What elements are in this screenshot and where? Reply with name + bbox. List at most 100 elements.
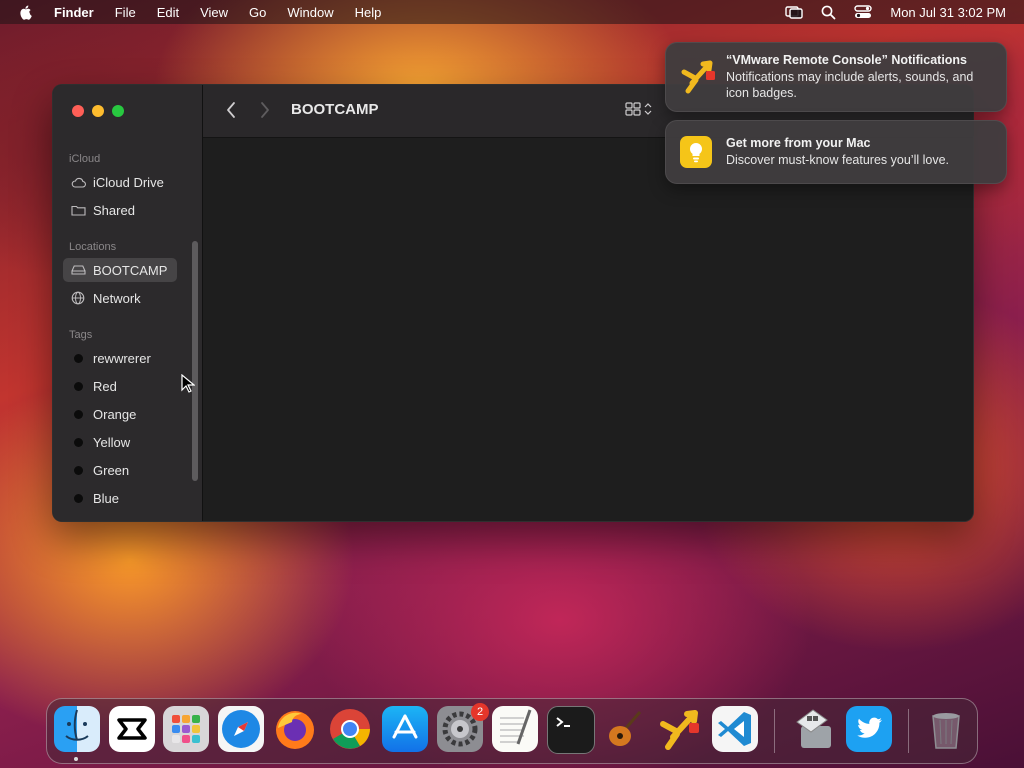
trash-icon — [932, 713, 960, 749]
spotlight-search-icon[interactable] — [821, 5, 836, 20]
notification-title: “VMware Remote Console” Notifications — [726, 53, 968, 67]
dock-textedit[interactable] — [492, 706, 538, 752]
control-center-icon[interactable] — [854, 5, 873, 19]
menu-window[interactable]: Window — [287, 5, 333, 20]
chrome-icon — [330, 709, 370, 749]
dock-vscode[interactable] — [712, 706, 758, 752]
sidebar-tag-yellow[interactable]: Yellow — [63, 430, 177, 454]
apple-menu-icon[interactable] — [18, 4, 34, 20]
dock-firefox[interactable] — [272, 706, 318, 752]
dock-launchpad[interactable] — [163, 706, 209, 752]
sidebar-item-label: iCloud Drive — [93, 174, 164, 190]
sidebar-tag-green[interactable]: Green — [63, 458, 177, 482]
vscode-icon — [718, 712, 751, 746]
shared-folder-icon — [70, 204, 86, 216]
launchpad-grid-icon — [172, 715, 200, 743]
notification-body: Notifications may include alerts, sounds… — [726, 70, 974, 100]
dock-safari[interactable] — [218, 706, 264, 752]
notification-vmware[interactable]: “VMware Remote Console” Notifications No… — [665, 42, 1007, 112]
capcut-icon — [117, 718, 147, 740]
dock-separator — [908, 709, 909, 753]
menubar-clock[interactable]: Mon Jul 31 3:02 PM — [890, 5, 1006, 20]
menu-edit[interactable]: Edit — [157, 5, 179, 20]
dock-twitter[interactable] — [846, 706, 892, 752]
sidebar-item-icloud-drive[interactable]: iCloud Drive — [63, 170, 177, 194]
back-button[interactable] — [225, 100, 237, 120]
chevron-updown-icon — [644, 103, 652, 115]
dock: 2 — [46, 698, 978, 764]
sidebar-section-tags: Tags — [69, 329, 93, 341]
dock-vmware-remote-console[interactable] — [657, 706, 703, 752]
tag-dot-icon — [73, 409, 83, 419]
sidebar-item-label: Yellow — [93, 434, 131, 450]
vmware-icon — [660, 710, 699, 750]
tag-dot-icon — [73, 437, 83, 447]
sidebar-tag-blue[interactable]: Blue — [63, 486, 177, 510]
sidebar-tag-red[interactable]: Red — [63, 374, 177, 398]
vmware-icon — [681, 60, 715, 94]
icon-grid-icon — [625, 102, 641, 116]
forward-button[interactable] — [259, 100, 271, 120]
sidebar-item-network[interactable]: Network — [63, 286, 177, 310]
sidebar-item-shared[interactable]: Shared — [63, 198, 177, 222]
sidebar-tag-orange[interactable]: Orange — [63, 402, 177, 426]
textedit-icon — [500, 709, 532, 745]
menu-go[interactable]: Go — [249, 5, 266, 20]
sidebar-item-bootcamp[interactable]: BOOTCAMP — [63, 258, 177, 282]
menu-file[interactable]: File — [115, 5, 136, 20]
globe-icon — [70, 291, 86, 305]
tag-dot-icon — [73, 381, 83, 391]
dock-capcut[interactable] — [109, 706, 155, 752]
dock-trash[interactable] — [923, 706, 969, 752]
close-window-button[interactable] — [72, 105, 84, 117]
cloud-icon — [70, 177, 86, 188]
dock-garageband[interactable] — [602, 706, 648, 752]
menu-help[interactable]: Help — [355, 5, 382, 20]
notification-body: Discover must-know features you’ll love. — [726, 153, 949, 167]
dock-app-store[interactable] — [382, 706, 428, 752]
chevron-right-icon — [261, 102, 269, 118]
window-title: BOOTCAMP — [291, 101, 379, 118]
finder-sidebar: iCloud iCloud Drive Shared Locations BOO… — [53, 85, 203, 521]
tag-dot-icon — [73, 465, 83, 475]
dock-chrome[interactable] — [327, 706, 373, 752]
sidebar-item-label: Red — [93, 378, 117, 394]
screen-mirroring-icon[interactable] — [785, 5, 804, 19]
firefox-icon — [276, 711, 314, 749]
tag-dot-icon — [73, 493, 83, 503]
sidebar-item-label: Shared — [93, 202, 135, 218]
notification-title: Get more from your Mac — [726, 136, 871, 150]
drive-icon — [70, 265, 86, 275]
sidebar-section-icloud: iCloud — [69, 153, 101, 165]
mouse-pointer-icon — [181, 374, 195, 393]
sidebar-section-locations: Locations — [69, 241, 117, 253]
guitar-icon — [609, 711, 642, 746]
sidebar-item-label: BOOTCAMP — [93, 262, 168, 278]
dock-terminal[interactable] — [547, 706, 595, 754]
finder-content-area[interactable] — [203, 138, 973, 521]
finder-running-indicator — [74, 757, 78, 761]
app-store-icon — [392, 714, 418, 739]
zoom-window-button[interactable] — [112, 105, 124, 117]
finder-face-icon — [65, 709, 89, 741]
twitter-bird-icon — [857, 717, 882, 738]
sidebar-item-label: Network — [93, 290, 141, 306]
sidebar-scrollbar[interactable] — [192, 241, 198, 481]
app-menu-finder[interactable]: Finder — [54, 5, 94, 20]
safari-compass-icon — [222, 710, 260, 748]
window-controls — [72, 105, 124, 117]
notification-badge: 2 — [471, 703, 489, 721]
menu-bar: Finder File Edit View Go Window Help Mon… — [0, 0, 1024, 24]
sidebar-item-label: rewwrerer — [93, 350, 151, 366]
tag-dot-icon — [73, 353, 83, 363]
minimize-window-button[interactable] — [92, 105, 104, 117]
menu-view[interactable]: View — [200, 5, 228, 20]
notification-tips[interactable]: Get more from your Mac Discover must-kno… — [665, 120, 1007, 184]
sidebar-tag-rewwrerer[interactable]: rewwrerer — [63, 346, 177, 370]
dock-boot-camp-assistant[interactable] — [791, 706, 837, 752]
dock-finder[interactable] — [54, 706, 100, 752]
view-mode-button[interactable] — [625, 102, 652, 116]
dock-separator — [774, 709, 775, 753]
sidebar-item-label: Orange — [93, 406, 137, 422]
sidebar-item-label: Green — [93, 462, 130, 478]
